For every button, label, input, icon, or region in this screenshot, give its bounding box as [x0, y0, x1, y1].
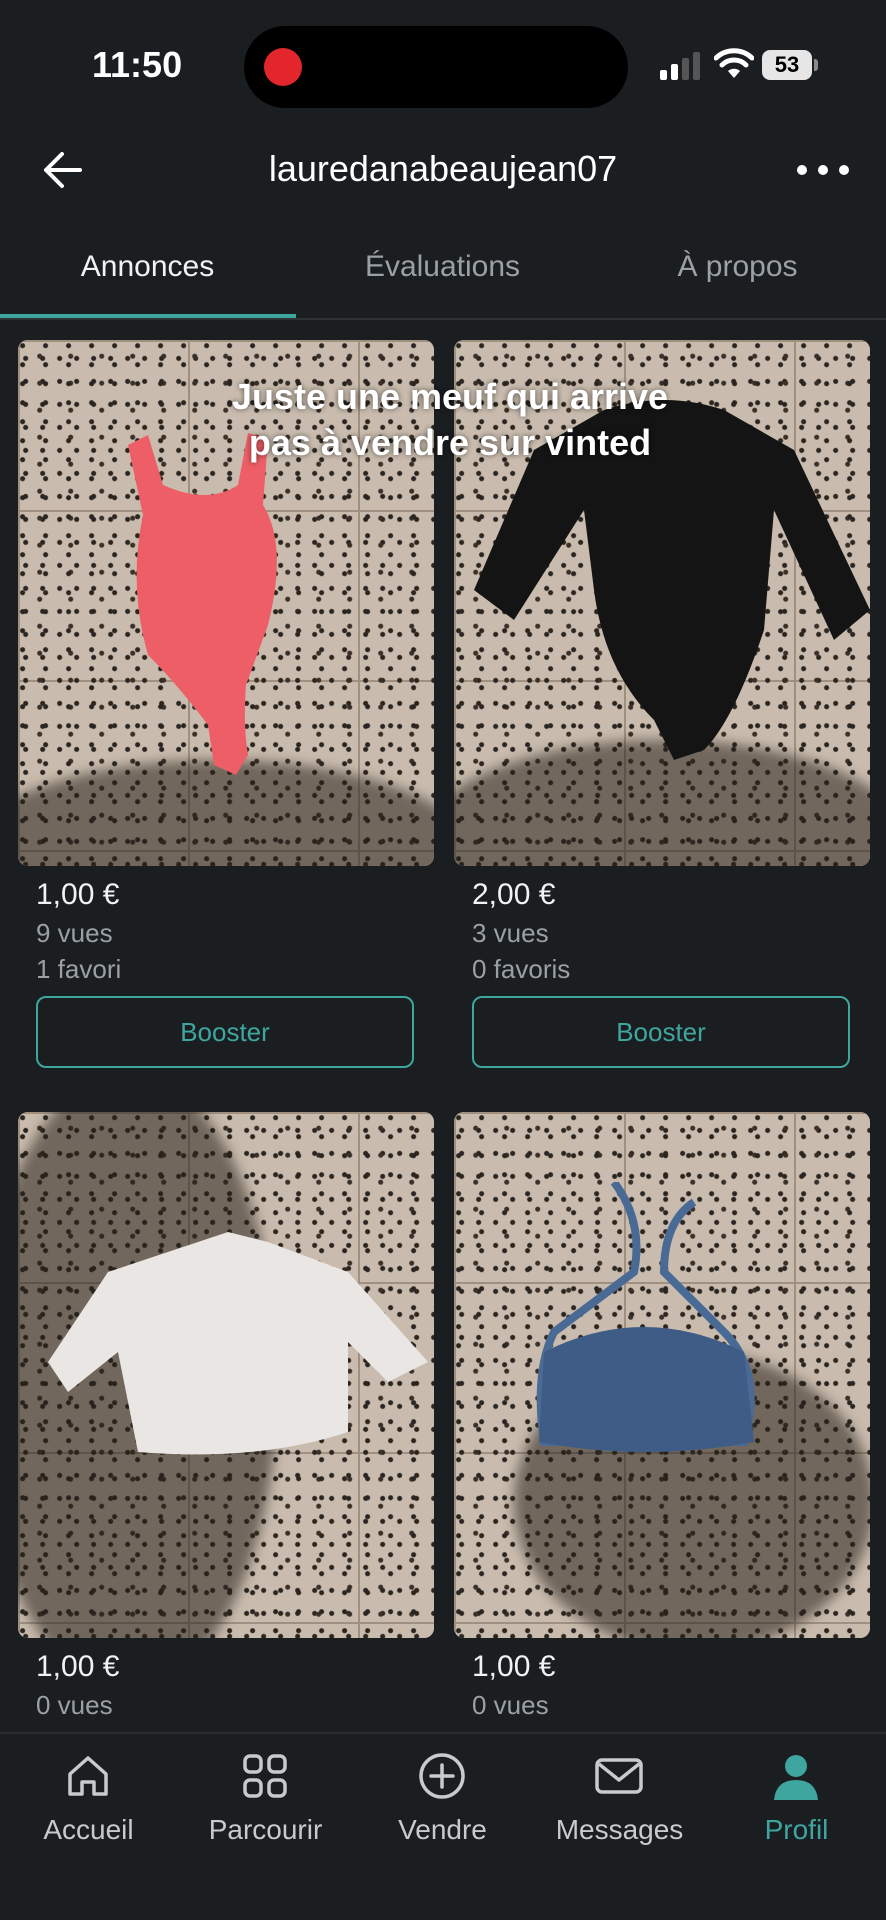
- more-options-icon[interactable]: [796, 160, 850, 180]
- listing-price: 1,00 €: [36, 878, 120, 911]
- tab-a-propos[interactable]: À propos: [590, 250, 885, 284]
- nav-parcourir[interactable]: Parcourir: [177, 1734, 354, 1854]
- tab-annonces[interactable]: Annonces: [0, 250, 295, 284]
- nav-label: Profil: [764, 1814, 829, 1845]
- grid-icon: [243, 1754, 287, 1798]
- listing-price: 1,00 €: [36, 1650, 120, 1683]
- dynamic-island: [244, 26, 628, 108]
- status-time: 11:50: [92, 44, 183, 85]
- listing-price: 2,00 €: [472, 878, 556, 911]
- wifi-icon: [714, 48, 754, 78]
- listing-card[interactable]: 1,00 € 0 vues: [18, 1112, 434, 1732]
- overlay-caption: Juste une meuf qui arrive pas à vendre s…: [220, 374, 680, 466]
- profile-tabs: Annonces Évaluations À propos: [0, 240, 886, 320]
- page-title: lauredanabeaujean07: [268, 148, 618, 189]
- status-bar: 11:50 53: [0, 0, 886, 130]
- nav-label: Parcourir: [208, 1814, 323, 1845]
- battery-level: 53: [762, 50, 812, 80]
- bottom-navigation: Accueil Parcourir Vendre Messages Profil: [0, 1732, 886, 1920]
- nav-accueil[interactable]: Accueil: [0, 1734, 177, 1854]
- home-icon: [68, 1756, 108, 1796]
- person-icon: [774, 1755, 818, 1800]
- listing-views: 0 vues: [36, 1690, 113, 1720]
- active-tab-indicator: [0, 314, 296, 318]
- cellular-signal-icon: [660, 52, 700, 80]
- booster-button[interactable]: Booster: [472, 996, 850, 1068]
- pink-bodysuit-image: [128, 433, 277, 775]
- listing-card[interactable]: 1,00 € 0 vues: [454, 1112, 870, 1732]
- booster-button[interactable]: Booster: [36, 996, 414, 1068]
- white-tshirt-image: [48, 1232, 428, 1455]
- nav-label: Accueil: [43, 1814, 134, 1845]
- plus-circle-icon: [419, 1753, 465, 1799]
- listing-views: 0 vues: [472, 1690, 549, 1720]
- listing-favorites: 0 favoris: [472, 954, 571, 984]
- nav-label: Messages: [555, 1814, 684, 1845]
- tab-evaluations[interactable]: Évaluations: [295, 250, 590, 284]
- listing-price: 1,00 €: [472, 1650, 556, 1683]
- caption-line-1: Juste une meuf qui arrive: [231, 376, 669, 417]
- caption-line-2: pas à vendre sur vinted: [248, 422, 652, 463]
- listing-views: 3 vues: [472, 918, 549, 948]
- listing-favorites: 1 favori: [36, 954, 122, 984]
- nav-profil[interactable]: Profil: [708, 1734, 885, 1854]
- profile-header: lauredanabeaujean07: [0, 130, 886, 210]
- blue-halter-top-image: [536, 1182, 755, 1452]
- nav-messages[interactable]: Messages: [531, 1734, 708, 1854]
- listing-views: 9 vues: [36, 918, 113, 948]
- envelope-icon: [595, 1758, 643, 1794]
- listing-photo[interactable]: [18, 1112, 434, 1638]
- listing-photo[interactable]: [454, 1112, 870, 1638]
- recording-indicator-icon: [264, 48, 302, 86]
- battery-icon: 53: [762, 50, 820, 80]
- nav-label: Vendre: [398, 1814, 487, 1845]
- nav-vendre[interactable]: Vendre: [354, 1734, 531, 1854]
